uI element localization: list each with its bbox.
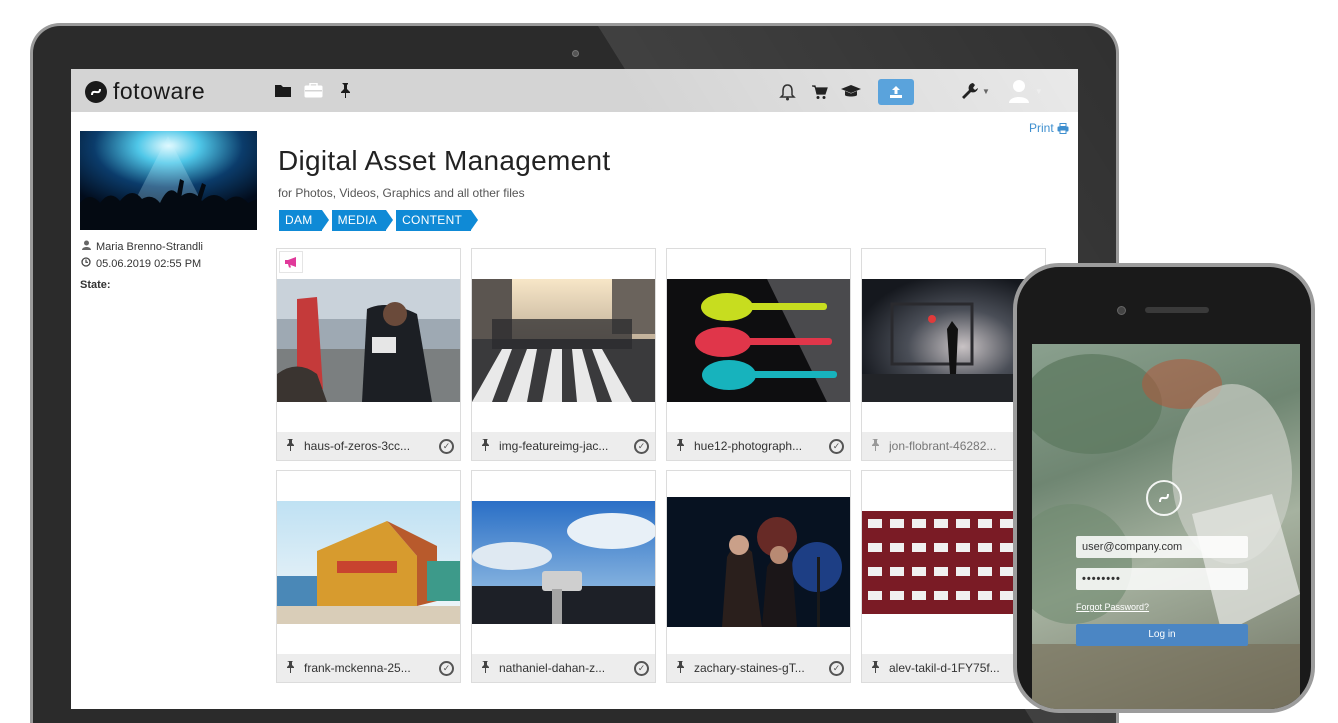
- asset-card[interactable]: zachary-staines-gT... ✓: [666, 470, 851, 683]
- wrench-icon: [962, 83, 978, 99]
- asset-thumbnail[interactable]: [472, 501, 655, 624]
- briefcase-icon[interactable]: [304, 81, 323, 99]
- pin-icon[interactable]: [480, 438, 492, 454]
- pin-icon[interactable]: [285, 660, 297, 676]
- check-circle-icon[interactable]: ✓: [829, 660, 844, 676]
- asset-card[interactable]: nathaniel-dahan-z... ✓: [471, 470, 656, 683]
- print-label: Print: [1029, 121, 1054, 135]
- laptop-camera: [572, 50, 579, 57]
- check-circle-icon[interactable]: ✓: [439, 438, 454, 454]
- printer-icon: [1057, 122, 1069, 134]
- pin-icon[interactable]: [675, 438, 687, 454]
- tag-media[interactable]: MEDIA: [331, 210, 393, 231]
- pin-icon[interactable]: [870, 660, 882, 676]
- check-circle-icon[interactable]: ✓: [634, 438, 649, 454]
- laptop-screen: fotoware ▼ ▼ Maria Brenno-Strandli 05.06…: [71, 69, 1078, 709]
- asset-metadata: Maria Brenno-Strandli 05.06.2019 02:55 P…: [80, 239, 203, 294]
- pin-icon[interactable]: [675, 660, 687, 676]
- asset-card-footer: hue12-photograph... ✓: [667, 432, 850, 460]
- asset-thumbnail[interactable]: [277, 501, 460, 624]
- brand-logo[interactable]: fotoware: [85, 78, 205, 105]
- cart-icon[interactable]: [808, 81, 830, 103]
- pin-icon[interactable]: [335, 81, 354, 99]
- pin-icon[interactable]: [870, 438, 882, 454]
- asset-thumbnail[interactable]: [277, 279, 460, 402]
- asset-filename[interactable]: img-featureimg-jac...: [499, 439, 627, 453]
- phone-device: user@company.com •••••••• Forgot Passwor…: [1013, 263, 1315, 713]
- upload-icon: [890, 86, 902, 98]
- settings-group: ▼ ▼: [961, 79, 1043, 103]
- upload-button[interactable]: [878, 79, 914, 105]
- print-link[interactable]: Print: [1029, 121, 1069, 135]
- check-circle-icon[interactable]: ✓: [634, 660, 649, 676]
- laptop-device: fotoware ▼ ▼ Maria Brenno-Strandli 05.06…: [30, 23, 1119, 723]
- state-label: State:: [80, 279, 111, 291]
- asset-author: Maria Brenno-Strandli: [96, 241, 203, 253]
- asset-filename[interactable]: frank-mckenna-25...: [304, 661, 432, 675]
- forgot-password-link[interactable]: Forgot Password?: [1076, 602, 1149, 612]
- fotoware-logo-icon: [85, 80, 107, 103]
- asset-thumbnail[interactable]: [667, 279, 850, 402]
- asset-filename[interactable]: zachary-staines-gT...: [694, 661, 822, 675]
- asset-filename[interactable]: jon-flobrant-46282...: [889, 439, 1017, 453]
- chevron-down-icon: ▼: [1034, 86, 1043, 96]
- asset-card[interactable]: img-featureimg-jac... ✓: [471, 248, 656, 461]
- brand-name: fotoware: [113, 78, 206, 104]
- asset-preview-thumbnail[interactable]: [80, 131, 257, 230]
- chevron-down-icon: ▼: [982, 86, 990, 96]
- asset-date: 05.06.2019 02:55 PM: [96, 258, 202, 270]
- phone-camera: [1117, 306, 1126, 315]
- user-icon: [1008, 80, 1029, 103]
- asset-filename[interactable]: nathaniel-dahan-z...: [499, 661, 627, 675]
- asset-filename[interactable]: haus-of-zeros-3cc...: [304, 439, 432, 453]
- tag-content[interactable]: CONTENT: [396, 210, 479, 231]
- login-button[interactable]: Log in: [1076, 624, 1248, 646]
- tag-dam[interactable]: DAM: [279, 210, 329, 231]
- username-field[interactable]: user@company.com: [1076, 536, 1248, 558]
- login-background-image: [1032, 354, 1300, 709]
- asset-card-footer: zachary-staines-gT... ✓: [667, 654, 850, 682]
- asset-card[interactable]: hue12-photograph... ✓: [666, 248, 851, 461]
- clock-icon: [80, 256, 92, 273]
- tools-menu[interactable]: ▼: [961, 82, 990, 100]
- folder-icon[interactable]: [273, 81, 292, 99]
- asset-thumbnail[interactable]: [667, 497, 850, 627]
- check-circle-icon[interactable]: ✓: [829, 438, 844, 454]
- app-logo-icon: [1146, 480, 1182, 516]
- password-field[interactable]: ••••••••: [1076, 568, 1248, 590]
- asset-card-footer: frank-mckenna-25... ✓: [277, 654, 460, 682]
- asset-card-footer: haus-of-zeros-3cc... ✓: [277, 432, 460, 460]
- asset-card[interactable]: haus-of-zeros-3cc... ✓: [276, 248, 461, 461]
- phone-login-screen: user@company.com •••••••• Forgot Passwor…: [1032, 344, 1300, 709]
- nav-icon-group: [273, 81, 354, 99]
- asset-thumbnail[interactable]: [472, 279, 655, 402]
- asset-filename[interactable]: hue12-photograph...: [694, 439, 822, 453]
- phone-speaker: [1145, 307, 1209, 313]
- breadcrumb-tags: DAM MEDIA CONTENT: [279, 210, 479, 231]
- user-icon: [80, 239, 92, 256]
- megaphone-icon[interactable]: [279, 251, 303, 273]
- top-navigation-bar: fotoware ▼ ▼: [71, 69, 1078, 112]
- user-menu[interactable]: ▼: [1008, 79, 1043, 103]
- asset-filename[interactable]: alev-takil-d-1FY75f...: [889, 661, 1017, 675]
- asset-grid: haus-of-zeros-3cc... ✓ img-featureimg-ja…: [276, 248, 1046, 683]
- pin-icon[interactable]: [480, 660, 492, 676]
- asset-card[interactable]: frank-mckenna-25... ✓: [276, 470, 461, 683]
- graduation-cap-icon[interactable]: [840, 81, 862, 103]
- pin-icon[interactable]: [285, 438, 297, 454]
- page-subtitle: for Photos, Videos, Graphics and all oth…: [278, 186, 525, 200]
- page-title: Digital Asset Management: [278, 145, 611, 176]
- check-circle-icon[interactable]: ✓: [439, 660, 454, 676]
- asset-card-footer: nathaniel-dahan-z... ✓: [472, 654, 655, 682]
- asset-card-footer: img-featureimg-jac... ✓: [472, 432, 655, 460]
- bell-icon[interactable]: [776, 81, 798, 103]
- action-icon-group: [776, 79, 914, 105]
